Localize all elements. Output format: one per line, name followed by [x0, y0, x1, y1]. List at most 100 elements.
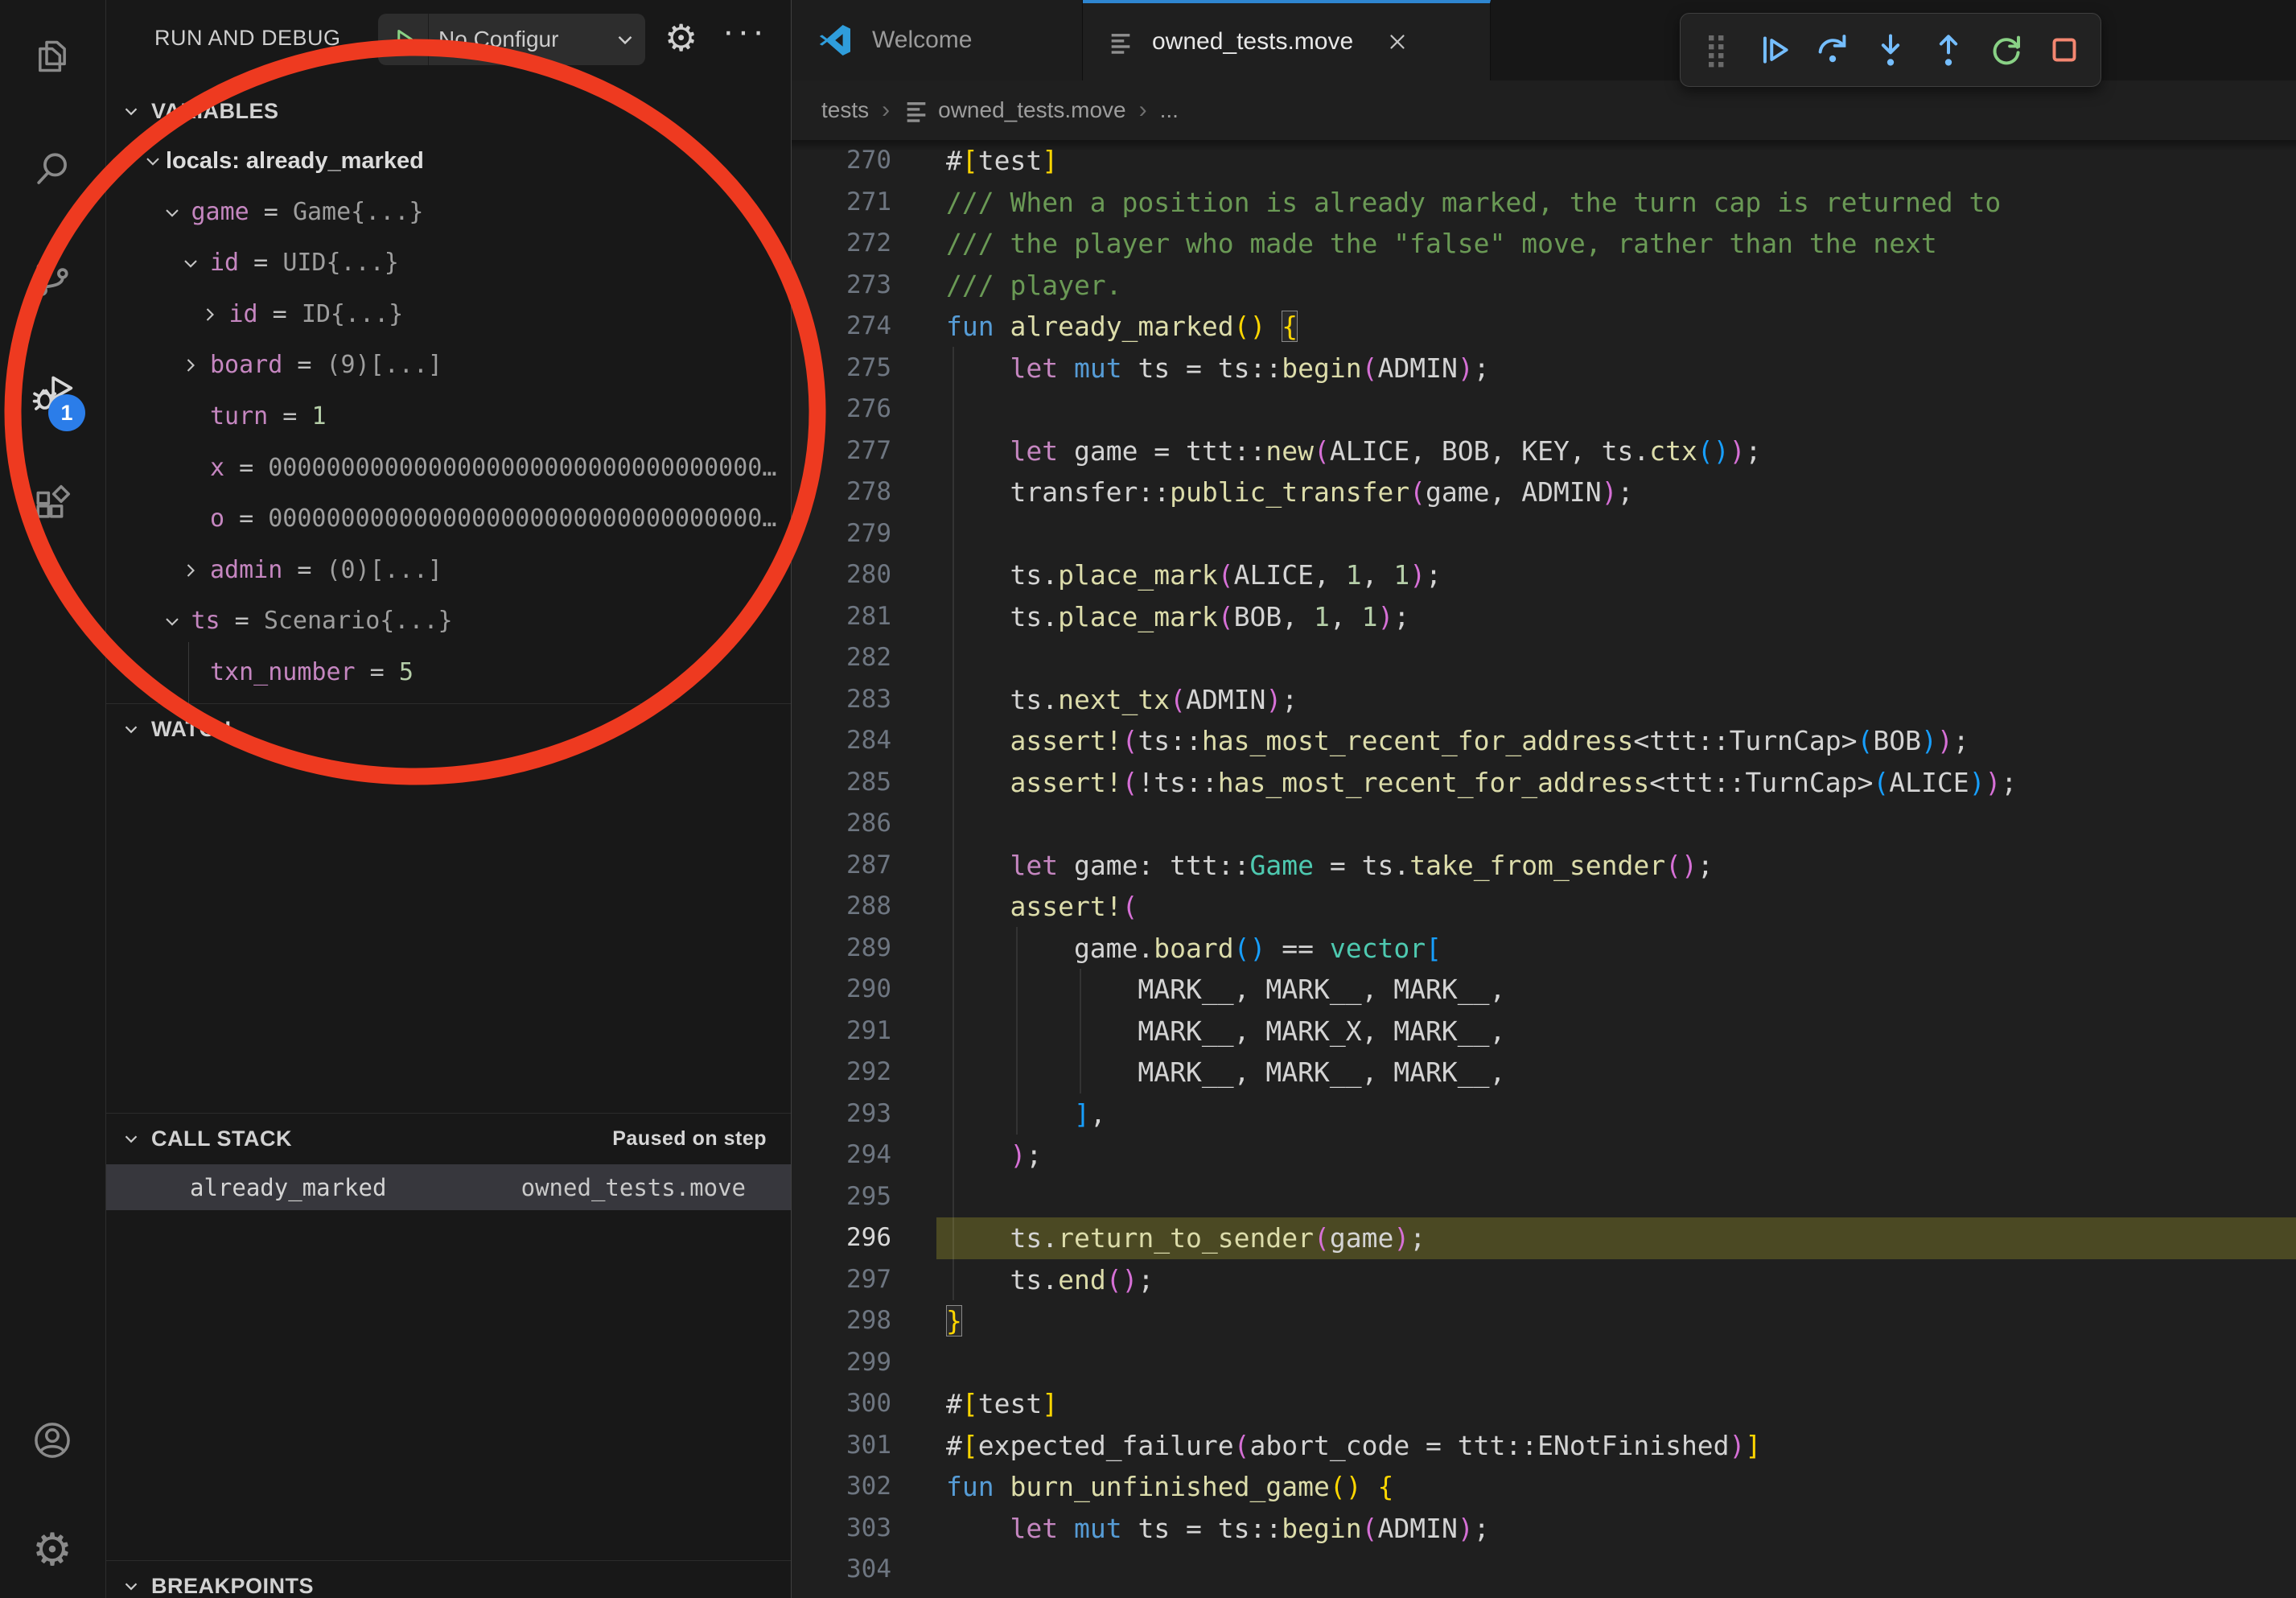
code-line[interactable]: 289 game.board() == vector[ [792, 928, 2296, 970]
step-out-button[interactable] [1926, 27, 1971, 72]
explorer-icon[interactable] [30, 34, 75, 79]
step-over-button[interactable] [1810, 27, 1855, 72]
variables-section-header[interactable]: VARIABLES [106, 87, 791, 135]
launch-configuration-dropdown[interactable]: No Configur [378, 14, 645, 65]
code-line[interactable]: 299 [792, 1342, 2296, 1384]
variable-row[interactable]: id = ID{...} [106, 289, 791, 340]
line-number[interactable]: 274 [792, 306, 891, 348]
line-number[interactable]: 276 [792, 389, 891, 430]
settings-gear-icon[interactable]: ⚙ [30, 1527, 75, 1572]
stop-button[interactable] [2042, 27, 2087, 72]
line-number[interactable]: 289 [792, 928, 891, 970]
line-number[interactable]: 286 [792, 803, 891, 845]
code-line[interactable]: 293 ], [792, 1093, 2296, 1135]
line-number[interactable]: 285 [792, 762, 891, 804]
tab-welcome[interactable]: Welcome [792, 0, 1083, 80]
variable-row[interactable]: x = 0000000000000000000000000000000000… [106, 443, 791, 494]
code-line[interactable]: 287 let game: ttt::Game = ts.take_from_s… [792, 845, 2296, 887]
chevron-down-icon[interactable] [161, 201, 183, 224]
variable-row[interactable]: board = (9)[...] [106, 340, 791, 391]
line-number[interactable]: 282 [792, 637, 891, 679]
line-number[interactable]: 281 [792, 596, 891, 638]
line-number[interactable]: 299 [792, 1342, 891, 1384]
line-number[interactable]: 303 [792, 1508, 891, 1550]
code-line[interactable]: 303 let mut ts = ts::begin(ADMIN); [792, 1508, 2296, 1550]
line-number[interactable]: 275 [792, 348, 891, 389]
call-stack-frame[interactable]: already_markedowned_tests.move [106, 1164, 791, 1210]
breakpoints-section-header[interactable]: BREAKPOINTS [106, 1562, 791, 1598]
chevron-right-icon[interactable] [179, 354, 202, 377]
line-number[interactable]: 290 [792, 969, 891, 1011]
variable-row[interactable]: game = Game{...} [106, 187, 791, 238]
line-number[interactable]: 304 [792, 1549, 891, 1591]
line-number[interactable]: 292 [792, 1052, 891, 1093]
code-line[interactable]: 294 ); [792, 1135, 2296, 1176]
chevron-right-icon[interactable] [179, 559, 202, 582]
breadcrumb-item[interactable]: tests [821, 97, 869, 123]
code-line[interactable]: 277 let game = ttt::new(ALICE, BOB, KEY,… [792, 430, 2296, 472]
variable-row[interactable]: txn_number = 5 [106, 647, 791, 698]
code-line[interactable]: 292 MARK__, MARK__, MARK__, [792, 1052, 2296, 1093]
chevron-down-icon[interactable] [161, 610, 183, 632]
line-number[interactable]: 301 [792, 1425, 891, 1467]
code-line[interactable]: 275 let mut ts = ts::begin(ADMIN); [792, 348, 2296, 389]
line-number[interactable]: 295 [792, 1176, 891, 1218]
line-number[interactable]: 288 [792, 886, 891, 928]
chevron-down-icon[interactable] [179, 252, 202, 274]
variables-scope-row[interactable]: locals: already_marked [106, 135, 791, 187]
call-stack-section-header[interactable]: CALL STACK Paused on step [106, 1114, 791, 1163]
line-number[interactable]: 294 [792, 1135, 891, 1176]
breadcrumb-item[interactable]: ... [1160, 97, 1179, 123]
code-line[interactable]: 286 [792, 803, 2296, 845]
code-line[interactable]: 272/// the player who made the "false" m… [792, 223, 2296, 265]
line-number[interactable]: 270 [792, 140, 891, 182]
search-icon[interactable] [30, 146, 75, 192]
variable-row[interactable]: o = 0000000000000000000000000000000000… [106, 493, 791, 545]
line-number[interactable]: 300 [792, 1383, 891, 1425]
watch-section-header[interactable]: WATCH [106, 705, 791, 753]
current-debug-line[interactable]: 296 ts.return_to_sender(game); [792, 1217, 2296, 1259]
code-line[interactable]: 278 transfer::public_transfer(game, ADMI… [792, 472, 2296, 513]
chevron-down-icon[interactable] [142, 150, 164, 172]
code-line[interactable]: 283 ts.next_tx(ADMIN); [792, 679, 2296, 721]
code-line[interactable]: 274fun already_marked() { [792, 306, 2296, 348]
code-line[interactable]: 288 assert!( [792, 886, 2296, 928]
variable-row[interactable]: id = UID{...} [106, 237, 791, 289]
code-line[interactable]: 282 [792, 637, 2296, 679]
line-number[interactable]: 271 [792, 182, 891, 224]
line-number[interactable]: 273 [792, 265, 891, 307]
line-number[interactable]: 302 [792, 1466, 891, 1508]
line-number[interactable]: 283 [792, 679, 891, 721]
line-number[interactable]: 277 [792, 430, 891, 472]
code-line[interactable]: 273/// player. [792, 265, 2296, 307]
code-line[interactable]: 295 [792, 1176, 2296, 1218]
line-number[interactable]: 280 [792, 554, 891, 596]
line-number[interactable]: 284 [792, 720, 891, 762]
variable-row[interactable]: admin = (0)[...] [106, 545, 791, 596]
step-into-button[interactable] [1868, 27, 1913, 72]
breadcrumb[interactable]: tests›owned_tests.move›... [792, 80, 2296, 140]
code-line[interactable]: 270#[test] [792, 140, 2296, 182]
line-number[interactable]: 293 [792, 1093, 891, 1135]
code-line[interactable]: 290 MARK__, MARK__, MARK__, [792, 969, 2296, 1011]
line-number[interactable]: 291 [792, 1011, 891, 1052]
gear-icon[interactable]: ⚙ [665, 19, 697, 56]
line-number[interactable]: 298 [792, 1300, 891, 1342]
line-number[interactable]: 272 [792, 223, 891, 265]
line-number[interactable]: 297 [792, 1259, 891, 1301]
extensions-icon[interactable] [30, 482, 75, 527]
chevron-right-icon[interactable] [199, 303, 221, 326]
code-line[interactable]: 298} [792, 1300, 2296, 1342]
source-control-icon[interactable] [30, 257, 75, 302]
code-line[interactable]: 284 assert!(ts::has_most_recent_for_addr… [792, 720, 2296, 762]
continue-button[interactable] [1752, 27, 1797, 72]
variable-row[interactable]: ts = Scenario{...} [106, 595, 791, 647]
breadcrumb-item[interactable]: owned_tests.move [903, 97, 1125, 124]
line-number[interactable]: 278 [792, 472, 891, 513]
tab-owned-tests-move[interactable]: owned_tests.move [1083, 0, 1491, 80]
line-number[interactable]: 287 [792, 845, 891, 887]
code-line[interactable]: 279 [792, 513, 2296, 555]
code-line[interactable]: 280 ts.place_mark(ALICE, 1, 1); [792, 554, 2296, 596]
line-number[interactable]: 279 [792, 513, 891, 555]
account-icon[interactable] [30, 1418, 75, 1463]
